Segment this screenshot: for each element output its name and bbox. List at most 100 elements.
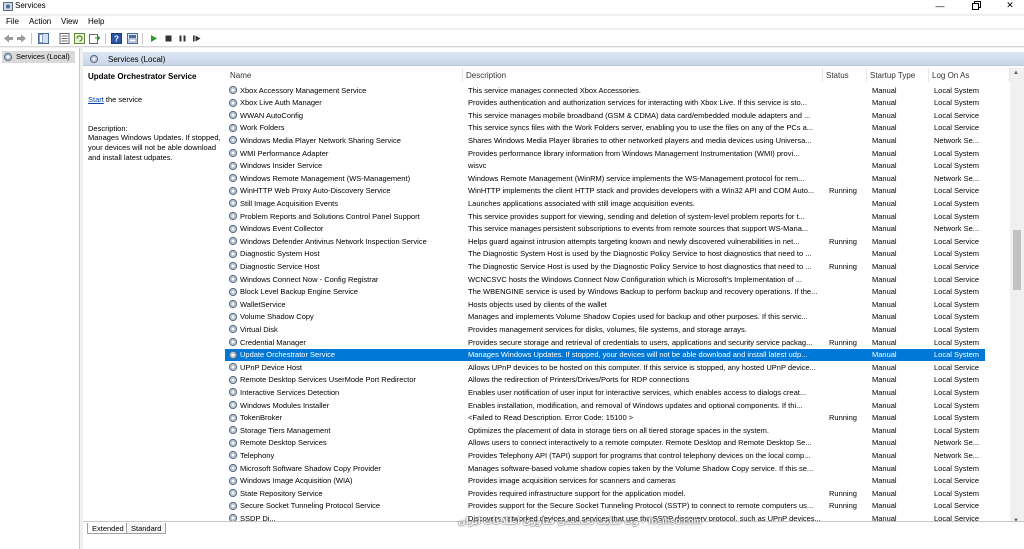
services-gear-icon <box>89 54 99 64</box>
service-gear-icon <box>228 274 238 284</box>
service-row[interactable]: Problem Reports and Solutions Control Pa… <box>225 210 985 223</box>
tree-item-services-local[interactable]: Services (Local) <box>2 51 75 63</box>
service-row[interactable]: Windows Connect Now - Config Registrar WC… <box>225 273 985 286</box>
service-row[interactable]: Interactive Services Detection Enables us… <box>225 386 985 399</box>
help-icon[interactable]: ? <box>111 33 122 44</box>
scrollbar-thumb[interactable] <box>1013 230 1021 290</box>
service-row[interactable]: Windows Modules Installer Enables install… <box>225 399 985 412</box>
service-startup-type: Manual <box>872 123 897 133</box>
service-row[interactable]: Virtual Disk Provides management services… <box>225 323 985 336</box>
service-row[interactable]: Credential Manager Provides secure storag… <box>225 336 985 349</box>
service-name: Windows Image Acquisition (WIA) <box>240 476 353 486</box>
service-row[interactable]: Remote Desktop Services Allows users to c… <box>225 437 985 450</box>
service-description: Manages and implements Volume Shadow Cop… <box>468 312 808 322</box>
start-service-link[interactable]: Start <box>88 95 104 104</box>
service-row[interactable]: Storage Tiers Management Optimizes the pl… <box>225 424 985 437</box>
tab-standard[interactable]: Standard <box>126 523 167 534</box>
service-log-on-as: Local Service <box>934 274 980 284</box>
service-log-on-as: Local System <box>934 249 980 259</box>
service-startup-type: Manual <box>872 186 897 196</box>
service-row[interactable]: Work Folders This service syncs files wit… <box>225 122 985 135</box>
service-row[interactable]: Diagnostic System Host The Diagnostic Sys… <box>225 248 985 261</box>
scroll-up-icon[interactable]: ▲ <box>1013 70 1019 76</box>
export-list-icon[interactable] <box>89 33 100 44</box>
service-row[interactable]: Diagnostic Service Host The Diagnostic Se… <box>225 260 985 273</box>
service-gear-icon <box>228 161 238 170</box>
vertical-scrollbar[interactable]: ▲ ▼ <box>1010 68 1024 528</box>
service-status: Running <box>829 413 857 423</box>
window-title: Services <box>15 1 46 10</box>
service-row[interactable]: Windows Image Acquisition (WIA) Provides … <box>225 475 985 488</box>
restart-icon[interactable] <box>191 33 202 44</box>
menu-help[interactable]: Help <box>88 17 104 26</box>
refresh-icon[interactable] <box>74 33 85 44</box>
service-description: Windows Remote Management (WinRM) servic… <box>468 173 805 183</box>
service-gear-icon <box>228 300 238 309</box>
service-description: Allows users to connect interactively to… <box>468 438 812 448</box>
tab-extended[interactable]: Extended <box>87 523 129 534</box>
service-description: WCNCSVC hosts the Windows Connect Now Co… <box>468 274 803 284</box>
service-row[interactable]: Xbox Live Auth Manager Provides authentic… <box>225 97 985 110</box>
service-gear-icon <box>228 476 238 485</box>
service-row[interactable]: Update Orchestrator Service Manages Windo… <box>225 348 985 362</box>
properties-icon[interactable] <box>59 33 70 44</box>
service-row[interactable]: Windows Defender Antivirus Network Inspe… <box>225 235 985 248</box>
service-description: Provides support for the Secure Socket T… <box>468 501 814 511</box>
play-icon[interactable] <box>148 33 159 44</box>
service-startup-type: Manual <box>872 211 897 221</box>
back-arrow-icon[interactable] <box>3 33 14 44</box>
column-header-log-on-as[interactable]: Log On As <box>929 68 1010 82</box>
console-tree-icon[interactable] <box>38 33 49 44</box>
service-description: Launches applications associated with st… <box>468 198 695 208</box>
service-startup-type: Manual <box>872 400 897 410</box>
show-hide-icon[interactable] <box>127 33 138 44</box>
stop-icon[interactable] <box>163 33 174 44</box>
service-row[interactable]: Block Level Backup Engine Service The WBE… <box>225 286 985 299</box>
service-name: WMI Performance Adapter <box>240 148 329 158</box>
service-row[interactable]: Telephony Provides Telephony API (TAPI) s… <box>225 449 985 462</box>
service-gear-icon <box>228 438 238 447</box>
service-gear-icon <box>228 237 238 246</box>
service-description: This service manages mobile broadband (G… <box>468 110 811 120</box>
service-name: Virtual Disk <box>240 324 278 334</box>
service-row[interactable]: Windows Insider Service wisvc Manual Local … <box>225 160 985 173</box>
service-log-on-as: Local System <box>934 324 980 334</box>
minimize-button[interactable]: — <box>930 0 950 11</box>
service-row[interactable]: Microsoft Software Shadow Copy Provider M… <box>225 462 985 475</box>
service-row[interactable]: Windows Media Player Network Sharing Ser… <box>225 134 985 147</box>
close-button[interactable]: ✕ <box>1000 0 1020 11</box>
menu-action[interactable]: Action <box>29 17 51 26</box>
service-row[interactable]: Still Image Acquisition Events Launches a… <box>225 197 985 210</box>
service-row[interactable]: Windows Event Collector This service mana… <box>225 223 985 236</box>
service-row[interactable]: Secure Socket Tunneling Protocol Service… <box>225 500 985 513</box>
service-row[interactable]: WalletService Hosts objects used by clien… <box>225 298 985 311</box>
service-row[interactable]: State Repository Service Provides require… <box>225 487 985 500</box>
service-row[interactable]: Remote Desktop Services UserMode Port Re… <box>225 374 985 387</box>
services-app-icon <box>3 2 13 11</box>
service-gear-icon <box>228 111 238 120</box>
column-header-startup-type[interactable]: Startup Type <box>867 68 929 82</box>
service-row[interactable]: WinHTTP Web Proxy Auto-Discovery Service… <box>225 185 985 198</box>
column-header-status[interactable]: Status <box>823 68 867 82</box>
service-status: Running <box>829 236 857 246</box>
service-log-on-as: Local System <box>934 211 980 221</box>
service-row[interactable]: Volume Shadow Copy Manages and implements… <box>225 311 985 324</box>
service-row[interactable]: Xbox Accessory Management Service This se… <box>225 84 985 97</box>
service-row[interactable]: UPnP Device Host Allows UPnP devices to b… <box>225 361 985 374</box>
menu-file[interactable]: File <box>6 17 19 26</box>
service-row[interactable]: WWAN AutoConfig This service manages mobi… <box>225 109 985 122</box>
menu-view[interactable]: View <box>61 17 78 26</box>
service-gear-icon <box>228 325 238 334</box>
service-row[interactable]: TokenBroker <Failed to Read Description. … <box>225 412 985 425</box>
column-header-name[interactable]: Name <box>225 68 463 82</box>
pause-icon[interactable] <box>177 33 188 44</box>
forward-arrow-icon[interactable] <box>16 33 27 44</box>
column-header-description[interactable]: Description <box>463 68 823 82</box>
service-row[interactable]: Windows Remote Management (WS-Management… <box>225 172 985 185</box>
service-log-on-as: Local System <box>934 198 980 208</box>
start-service-suffix: the service <box>103 95 143 104</box>
services-window: Services — ✕ File Action View Help ? Ser… <box>0 0 1024 549</box>
service-row[interactable]: WMI Performance Adapter Provides performa… <box>225 147 985 160</box>
maximize-button[interactable] <box>966 0 986 11</box>
service-name: Xbox Live Auth Manager <box>240 98 322 108</box>
